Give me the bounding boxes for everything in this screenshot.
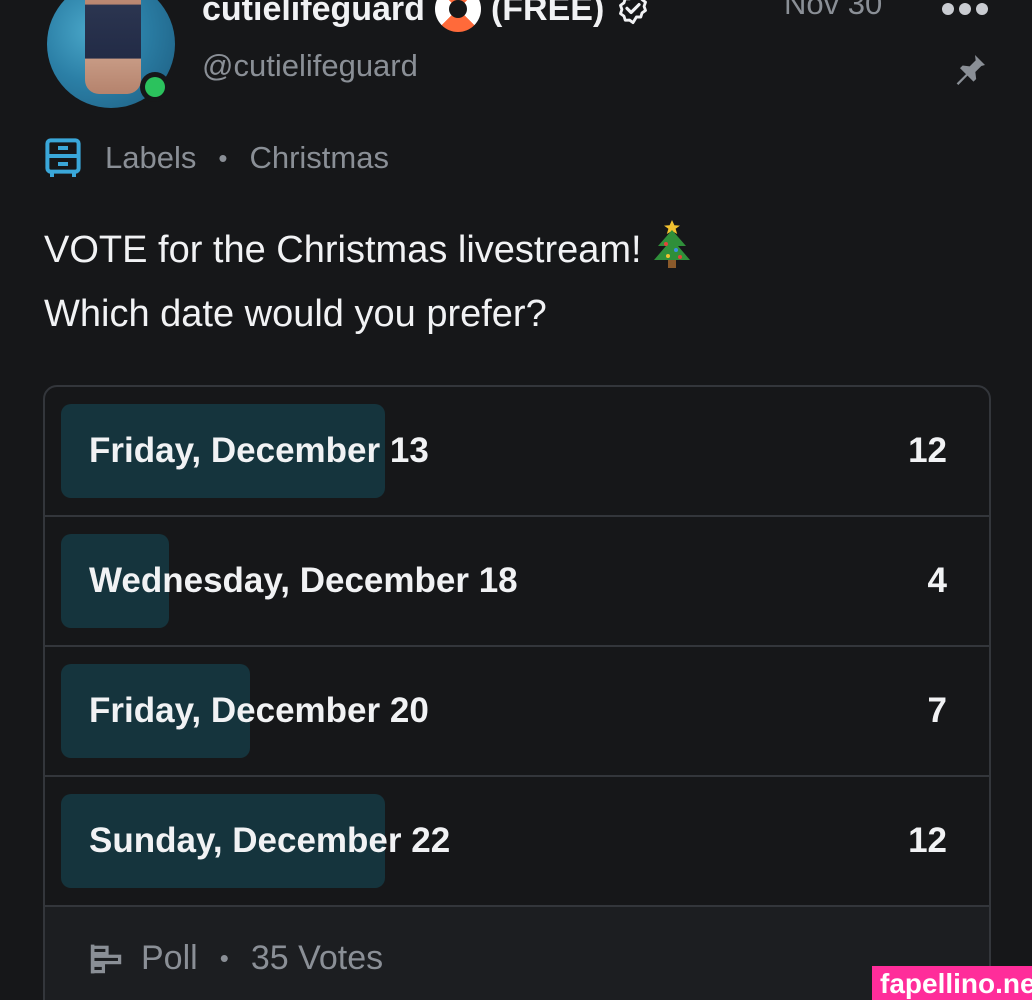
poll-option[interactable]: Friday, December 20 7: [45, 647, 989, 777]
poll-option-votes: 12: [908, 821, 947, 860]
post-page: cutielifeguard (FREE) @cutielifeguard No…: [0, 0, 1032, 1000]
watermark: fapellino.net: [872, 966, 1032, 1000]
poll-type-label: Poll: [141, 939, 198, 977]
poll-option-label: Wednesday, December 18: [89, 561, 518, 600]
poll-option[interactable]: Wednesday, December 18 4: [45, 517, 989, 647]
display-name[interactable]: cutielifeguard (FREE): [202, 0, 652, 32]
user-handle[interactable]: @cutielifeguard: [202, 48, 418, 84]
poll-footer: Poll • 35 Votes: [45, 907, 989, 1000]
poll-option-votes: 12: [908, 431, 947, 470]
labels-title[interactable]: Labels: [105, 140, 196, 176]
display-name-text[interactable]: cutielifeguard: [202, 0, 425, 29]
post-text-line-1-text: VOTE for the Christmas livestream!: [44, 229, 642, 271]
post-text: VOTE for the Christmas livestream! Which…: [44, 218, 694, 346]
poll-option-label: Friday, December 13: [89, 431, 429, 470]
display-name-suffix: (FREE): [490, 0, 605, 28]
labels-icon: [45, 138, 81, 177]
lifebuoy-icon: [434, 0, 481, 32]
avatar-figure: [85, 0, 141, 94]
pin-icon: [956, 55, 985, 85]
poll-option[interactable]: Sunday, December 22 12: [45, 777, 989, 907]
label-christmas[interactable]: Christmas: [249, 140, 389, 176]
poll-option-label: Friday, December 20: [89, 691, 429, 730]
poll-footer-row: Poll • 35 Votes: [89, 939, 383, 978]
post-date: Nov 30: [784, 0, 883, 21]
verified-icon: [619, 0, 648, 25]
poll-option[interactable]: Friday, December 13 12: [45, 387, 989, 517]
poll: Friday, December 13 12 Wednesday, Decemb…: [43, 385, 991, 1000]
more-icon[interactable]: [940, 0, 990, 20]
christmas-tree-icon: [653, 220, 690, 268]
poll-option-votes: 7: [927, 691, 947, 730]
poll-icon: [90, 944, 122, 973]
poll-option-label: Sunday, December 22: [89, 821, 451, 860]
separator-dot: •: [218, 142, 228, 173]
poll-option-votes: 4: [927, 561, 947, 600]
separator-dot: •: [219, 943, 229, 973]
labels-row[interactable]: Labels • Christmas: [45, 138, 389, 178]
online-status-icon: [140, 72, 170, 102]
poll-votes-total: 35 Votes: [250, 939, 384, 977]
post-text-line-2: Which date would you prefer?: [44, 293, 547, 335]
post-text-line-1: VOTE for the Christmas livestream!: [44, 218, 694, 282]
